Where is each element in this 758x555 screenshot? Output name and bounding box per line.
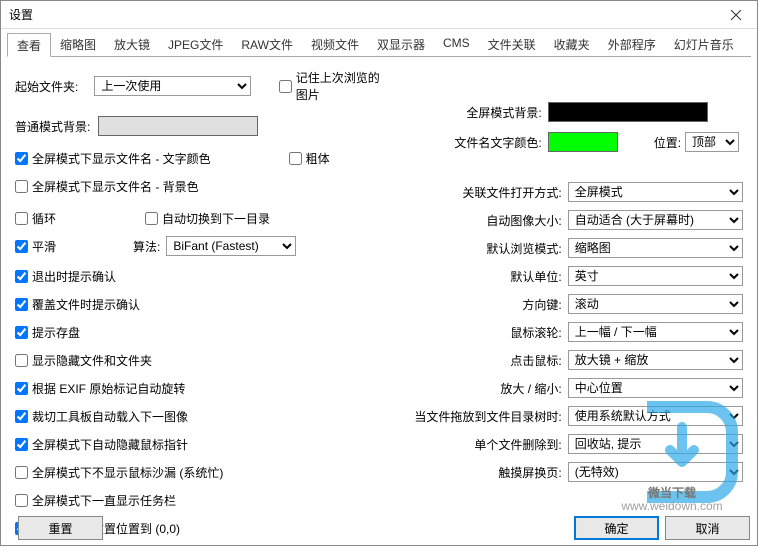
hide-cursor-full-checkbox[interactable]: 全屏模式下自动隐藏鼠标指针 <box>15 436 188 453</box>
auto-size-select[interactable]: 自动适合 (大于屏幕时) <box>568 210 743 230</box>
reset-button[interactable]: 重置 <box>18 516 103 540</box>
remember-last-image-checkbox[interactable]: 记住上次浏览的图片 <box>279 69 387 103</box>
bold-checkbox[interactable]: 粗体 <box>289 150 330 167</box>
zoom-select[interactable]: 中心位置 <box>568 378 743 398</box>
filename-color[interactable] <box>548 132 618 152</box>
click-select[interactable]: 放大镜 + 缩放 <box>568 350 743 370</box>
algo-select[interactable]: BiFant (Fastest) <box>166 236 296 256</box>
tab-slideshow[interactable]: 幻灯片音乐 <box>665 33 743 56</box>
wheel-label: 鼠标滚轮: <box>407 324 562 341</box>
linked-open-select[interactable]: 全屏模式 <box>568 182 743 202</box>
linked-open-label: 关联文件打开方式: <box>407 184 562 201</box>
tab-raw[interactable]: RAW文件 <box>232 33 302 56</box>
cancel-button[interactable]: 取消 <box>665 516 750 540</box>
full-bg-label: 全屏模式背景: <box>407 104 542 121</box>
normal-bg-label: 普通模式背景: <box>15 118 90 135</box>
browse-mode-label: 默认浏览模式: <box>407 240 562 257</box>
algo-label: 算法: <box>133 238 160 255</box>
confirm-save-checkbox[interactable]: 提示存盘 <box>15 324 80 341</box>
start-folder-select[interactable]: 上一次使用 <box>94 76 250 96</box>
show-hidden-checkbox[interactable]: 显示隐藏文件和文件夹 <box>15 352 152 369</box>
drop-label: 当文件拖放到文件目录树时: <box>407 408 562 425</box>
full-bg-color[interactable] <box>548 102 708 122</box>
smooth-checkbox[interactable]: 平滑 <box>15 238 133 255</box>
tab-video[interactable]: 视频文件 <box>302 33 368 56</box>
tab-thumbnail[interactable]: 缩略图 <box>51 33 105 56</box>
position-select[interactable]: 顶部 <box>685 132 739 152</box>
ok-button[interactable]: 确定 <box>574 516 659 540</box>
titlebar: 设置 <box>1 1 757 29</box>
position-label: 位置: <box>654 134 681 151</box>
tab-dual[interactable]: 双显示器 <box>368 33 434 56</box>
touch-select[interactable]: (无特效) <box>568 462 743 482</box>
taskbar-full-checkbox[interactable]: 全屏模式下一直显示任务栏 <box>15 492 176 509</box>
content-area: 起始文件夹: 上一次使用 记住上次浏览的图片 普通模式背景: 全屏模式下显示文件… <box>1 57 757 555</box>
close-icon <box>731 10 741 20</box>
window-title: 设置 <box>9 6 715 23</box>
auto-next-dir-checkbox[interactable]: 自动切换到下一目录 <box>145 210 270 227</box>
arrow-select[interactable]: 滚动 <box>568 294 743 314</box>
no-sand-full-checkbox[interactable]: 全屏模式下不显示鼠标沙漏 (系统忙) <box>15 464 223 481</box>
filename-color-label: 文件名文字颜色: <box>407 134 542 151</box>
touch-label: 触摸屏换页: <box>407 464 562 481</box>
delete-select[interactable]: 回收站, 提示 <box>568 434 743 454</box>
load-next-crop-checkbox[interactable]: 裁切工具板自动载入下一图像 <box>15 408 188 425</box>
tab-assoc[interactable]: 文件关联 <box>479 33 545 56</box>
right-column: 全屏模式背景: 文件名文字颜色: 位置: 顶部 关联文件打开方式: 全屏模式 自动… <box>407 69 743 543</box>
auto-size-label: 自动图像大小: <box>407 212 562 229</box>
tab-external[interactable]: 外部程序 <box>599 33 665 56</box>
browse-mode-select[interactable]: 缩略图 <box>568 238 743 258</box>
close-button[interactable] <box>715 1 757 29</box>
footer: 重置 确定 取消 <box>18 516 750 540</box>
loop-checkbox[interactable]: 循环 <box>15 210 145 227</box>
zoom-label: 放大 / 缩小: <box>407 380 562 397</box>
tab-favorites[interactable]: 收藏夹 <box>545 33 599 56</box>
show-filename-fg-checkbox[interactable]: 全屏模式下显示文件名 - 文字颜色 <box>15 150 211 167</box>
tab-bar: 查看 缩略图 放大镜 JPEG文件 RAW文件 视频文件 双显示器 CMS 文件… <box>7 33 751 57</box>
delete-label: 单个文件删除到: <box>407 436 562 453</box>
tab-jpeg[interactable]: JPEG文件 <box>159 33 232 56</box>
tab-magnifier[interactable]: 放大镜 <box>105 33 159 56</box>
drop-select[interactable]: 使用系统默认方式 <box>568 406 743 426</box>
auto-rotate-exif-checkbox[interactable]: 根据 EXIF 原始标记自动旋转 <box>15 380 185 397</box>
unit-label: 默认单位: <box>407 268 562 285</box>
start-folder-label: 起始文件夹: <box>15 78 78 95</box>
click-label: 点击鼠标: <box>407 352 562 369</box>
left-column: 起始文件夹: 上一次使用 记住上次浏览的图片 普通模式背景: 全屏模式下显示文件… <box>15 69 387 543</box>
unit-select[interactable]: 英寸 <box>568 266 743 286</box>
confirm-exit-checkbox[interactable]: 退出时提示确认 <box>15 268 116 285</box>
wheel-select[interactable]: 上一幅 / 下一幅 <box>568 322 743 342</box>
arrow-label: 方向键: <box>407 296 562 313</box>
tab-cms[interactable]: CMS <box>434 33 479 56</box>
normal-bg-color[interactable] <box>98 116 258 136</box>
remember-last-image-label: 记住上次浏览的图片 <box>296 69 387 103</box>
confirm-overwrite-checkbox[interactable]: 覆盖文件时提示确认 <box>15 296 140 313</box>
show-filename-bg-checkbox[interactable]: 全屏模式下显示文件名 - 背景色 <box>15 178 199 195</box>
tab-view[interactable]: 查看 <box>7 33 51 57</box>
